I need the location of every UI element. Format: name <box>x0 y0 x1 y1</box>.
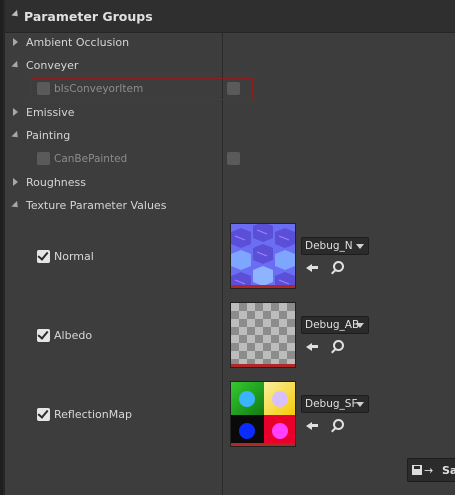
collapse-arrow-icon[interactable] <box>11 130 21 141</box>
thumbnail-underline <box>231 443 295 446</box>
override-checkbox-reflectionmap[interactable] <box>37 408 50 421</box>
collapse-arrow-icon[interactable] <box>11 9 21 20</box>
save-button[interactable]: → Sa <box>407 458 455 482</box>
normal-map-pattern-icon <box>231 224 295 288</box>
collapse-arrow-icon[interactable] <box>11 200 21 211</box>
texture-thumbnail-normal[interactable] <box>230 223 296 289</box>
asset-dropdown-albedo[interactable]: Debug_AB <box>301 316 369 334</box>
use-selected-asset-icon[interactable] <box>305 418 321 434</box>
panel-title: Parameter Groups <box>24 9 153 24</box>
sphere-dot <box>239 391 255 407</box>
group-texture-parameter-values[interactable]: Texture Parameter Values <box>5 195 455 217</box>
use-selected-asset-icon[interactable] <box>305 339 321 355</box>
texture-label-albedo: Albedo <box>54 329 93 342</box>
left-edge-accent <box>0 0 3 495</box>
override-checkbox-normal[interactable] <box>37 250 50 263</box>
group-label: Emissive <box>26 106 75 119</box>
override-checkbox-albedo[interactable] <box>37 329 50 342</box>
thumbnail-underline <box>231 364 295 367</box>
texture-label-normal: Normal <box>54 250 94 263</box>
group-emissive[interactable]: Emissive <box>5 102 455 124</box>
expand-arrow-icon[interactable] <box>13 38 18 46</box>
arrow-right-icon: → <box>424 464 434 477</box>
expand-arrow-icon[interactable] <box>13 178 18 186</box>
group-roughness[interactable]: Roughness <box>5 172 455 194</box>
save-disk-icon <box>412 465 422 475</box>
group-painting[interactable]: Painting <box>5 125 455 147</box>
override-checkbox[interactable] <box>37 82 50 95</box>
parameter-groups-header[interactable]: Parameter Groups <box>5 0 455 33</box>
expand-arrow-icon[interactable] <box>13 108 18 116</box>
browse-asset-search-icon[interactable] <box>330 339 346 355</box>
group-label: Ambient Occlusion <box>26 36 130 49</box>
texture-thumbnail-reflectionmap[interactable] <box>230 381 296 447</box>
asset-name: Debug_AB <box>305 319 360 331</box>
chevron-down-icon <box>356 402 364 407</box>
asset-name: Debug_N <box>305 240 353 252</box>
browse-asset-search-icon[interactable] <box>330 418 346 434</box>
sphere-dot <box>272 423 288 439</box>
use-selected-asset-icon[interactable] <box>305 260 321 276</box>
chevron-down-icon <box>356 323 364 328</box>
texture-thumbnail-albedo[interactable] <box>230 302 296 368</box>
param-label-bisconveyoritem: bIsConveyorItem <box>54 83 144 95</box>
thumbnail-underline <box>231 285 295 288</box>
asset-dropdown-reflectionmap[interactable]: Debug_SF <box>301 395 369 413</box>
asset-dropdown-normal[interactable]: Debug_N <box>301 237 369 255</box>
chevron-down-icon <box>356 244 364 249</box>
value-checkbox[interactable] <box>227 82 240 95</box>
save-label: Sa <box>442 464 455 477</box>
sphere-dot <box>239 423 255 439</box>
group-label: Conveyer <box>26 59 79 72</box>
group-ambient-occlusion[interactable]: Ambient Occlusion <box>5 32 455 54</box>
group-label: Texture Parameter Values <box>26 199 167 212</box>
texture-label-reflectionmap: ReflectionMap <box>54 408 132 421</box>
group-conveyer[interactable]: Conveyer <box>5 55 455 77</box>
override-checkbox[interactable] <box>37 152 50 165</box>
sphere-dot <box>272 391 288 407</box>
group-label: Painting <box>26 129 71 142</box>
collapse-arrow-icon[interactable] <box>11 60 21 71</box>
group-label: Roughness <box>26 176 87 189</box>
param-label-canbepainted: CanBePainted <box>54 153 128 165</box>
browse-asset-search-icon[interactable] <box>330 260 346 276</box>
asset-name: Debug_SF <box>305 398 358 410</box>
value-checkbox[interactable] <box>227 152 240 165</box>
